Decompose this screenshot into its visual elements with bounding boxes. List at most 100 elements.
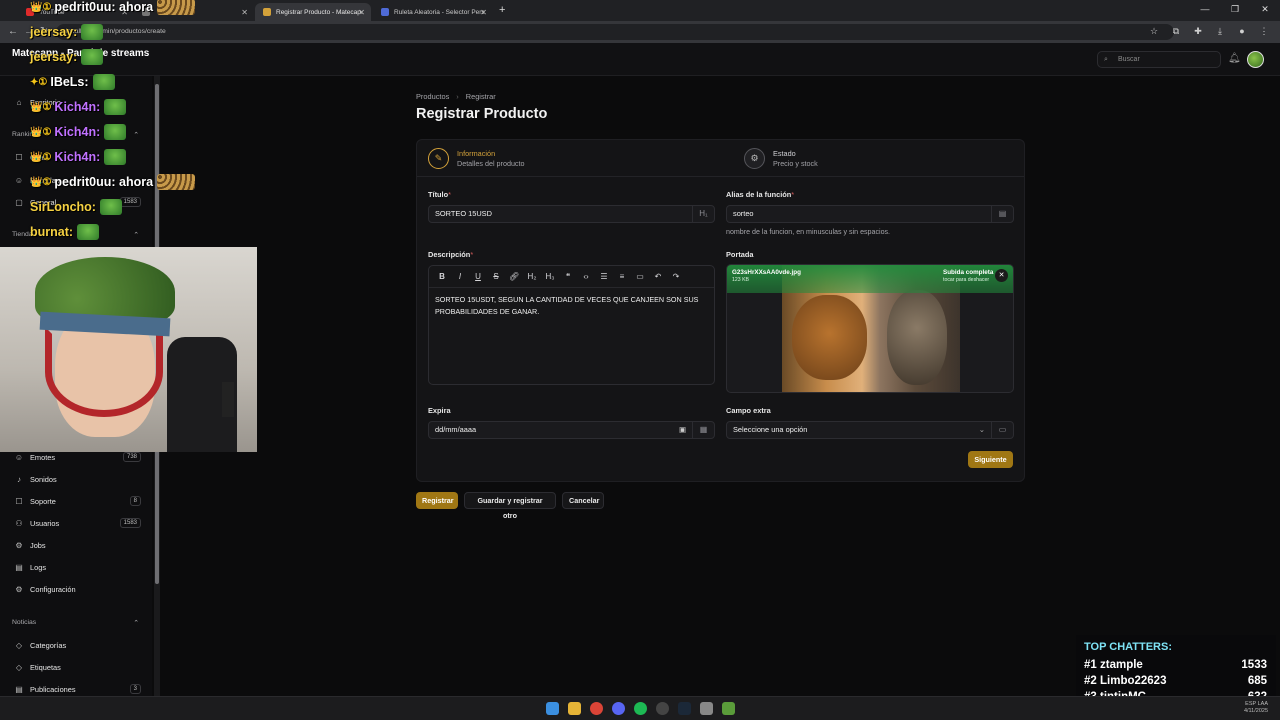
heading-icon: H₁ xyxy=(692,206,714,222)
bold-icon[interactable]: B xyxy=(437,272,447,281)
redo-icon[interactable]: ↷ xyxy=(671,272,681,281)
emote-frog xyxy=(104,99,127,115)
search-input[interactable]: ⌕ Buscar xyxy=(1097,51,1221,68)
browser-tab-ruleta[interactable]: Ruleta Aleatoria - Selector Pers... ✕ xyxy=(373,3,493,21)
registrar-button[interactable]: Registrar xyxy=(416,492,458,509)
maximize-icon[interactable]: ❐ xyxy=(1220,0,1250,21)
discord-icon[interactable] xyxy=(612,702,625,715)
italic-icon[interactable]: I xyxy=(455,272,465,281)
alias-value: sorteo xyxy=(733,209,754,218)
minimize-icon[interactable]: — xyxy=(1190,0,1220,21)
chat-username: Kich4n: xyxy=(54,150,101,164)
emote-leopard xyxy=(157,174,196,190)
close-window-icon[interactable]: ✕ xyxy=(1250,0,1280,21)
descripcion-editor[interactable]: B I U S 🔗︎ H₂ H₃ ❝ ‹› ☰ ≡ ▭ ↶ ↷ SORTEO 1… xyxy=(428,265,715,385)
chat-username: jeersay: xyxy=(30,50,78,64)
image-icon[interactable]: ▭ xyxy=(635,272,645,281)
cancelar-button[interactable]: Cancelar xyxy=(562,492,604,509)
chat-badges: 👑① xyxy=(30,151,52,163)
monkey-shape xyxy=(887,290,947,385)
portada-upload[interactable]: G23sHrXXsAA0vde.jpg 123 KB Subida comple… xyxy=(726,264,1014,393)
obs-icon[interactable] xyxy=(656,702,669,715)
remove-file-icon[interactable]: ✕ xyxy=(995,269,1008,282)
alias-field[interactable]: sorteo ▤ xyxy=(726,205,1014,223)
address-bar: ← → ↻ localhost/admin/productos/create ☆… xyxy=(0,21,1280,43)
descripcion-text[interactable]: SORTEO 15USDT, SEGUN LA CANTIDAD DE VECE… xyxy=(429,288,714,324)
profile-icon[interactable]: ● xyxy=(1236,25,1248,37)
siguiente-button[interactable]: Siguiente xyxy=(968,451,1013,468)
close-tab-icon[interactable]: ✕ xyxy=(241,8,248,17)
step-estado[interactable]: ⚙ Estado Precio y stock xyxy=(744,148,818,169)
quote-icon[interactable]: ❝ xyxy=(563,272,573,281)
expira-field[interactable]: dd/mm/aaaa ▣ ▦ xyxy=(428,421,715,439)
sidebar-item-logs[interactable]: ▤ Logs xyxy=(14,560,141,574)
heading2-icon[interactable]: H₂ xyxy=(527,272,537,281)
strike-icon[interactable]: S xyxy=(491,272,501,281)
avatar[interactable] xyxy=(1247,51,1264,68)
step-informacion[interactable]: ✎ Información Detalles del producto xyxy=(428,148,525,169)
breadcrumb-productos[interactable]: Productos xyxy=(416,92,449,101)
heading3-icon[interactable]: H₃ xyxy=(545,272,555,281)
app-icon[interactable] xyxy=(700,702,713,715)
chat-icon: ☐ xyxy=(15,152,23,162)
download-icon[interactable]: ⤓ xyxy=(1214,25,1226,37)
steam-icon[interactable] xyxy=(678,702,691,715)
back-icon[interactable]: ← xyxy=(8,26,18,37)
pencil-icon: ✎ xyxy=(428,148,449,169)
guardar-registrar-otro-button[interactable]: Guardar y registrar otro xyxy=(464,492,556,520)
link-icon[interactable]: 🔗︎ xyxy=(509,272,519,281)
sidebar-group-noticias[interactable]: Noticias ⌃ xyxy=(12,619,139,627)
count-badge: 3 xyxy=(129,684,141,694)
underline-icon[interactable]: U xyxy=(473,272,483,281)
url-input[interactable]: localhost/admin/productos/create xyxy=(56,24,1174,40)
sidebar-item-etiquetas[interactable]: ◇ Etiquetas xyxy=(14,660,141,674)
undo-icon[interactable]: ↶ xyxy=(653,272,663,281)
file-explorer-icon[interactable] xyxy=(568,702,581,715)
system-tray[interactable]: ESP LAA 4/11/2025 xyxy=(1244,701,1268,715)
chat-message: 👑① pedrit0uu: ahora xyxy=(30,174,196,190)
sidebar-item-jobs[interactable]: ⚙ Jobs xyxy=(14,538,141,552)
extension-icon[interactable]: ⧉ xyxy=(1170,25,1182,37)
sidebar-item-categorías[interactable]: ◇ Categorías xyxy=(14,638,141,652)
ordered-list-icon[interactable]: ≡ xyxy=(617,272,627,281)
sidebar-item-label: Sonidos xyxy=(30,474,57,484)
close-tab-icon[interactable]: ✕ xyxy=(358,8,365,17)
sidebar-item-soporte[interactable]: ☐ Soporte 8 xyxy=(14,494,141,508)
menu-icon[interactable]: ⋮ xyxy=(1258,25,1270,37)
campo-extra-select[interactable]: Seleccione una opción ⌄ ▭ xyxy=(726,421,1014,439)
close-tab-icon[interactable]: ✕ xyxy=(480,8,487,17)
bell-icon[interactable]: 🔔︎ xyxy=(1228,53,1241,64)
music-icon: ♪ xyxy=(17,474,21,484)
titulo-value: SORTEO 15USD xyxy=(435,209,492,218)
browser-tab-active[interactable]: Registrar Producto - Matecap... ✕ xyxy=(255,3,371,21)
chat-username: pedrit0uu: xyxy=(54,175,116,189)
chrome-icon[interactable] xyxy=(590,702,603,715)
windows-start-icon[interactable] xyxy=(546,702,559,715)
sidebar-item-configuración[interactable]: ⚙ Configuración xyxy=(14,582,141,596)
chevron-right-icon: › xyxy=(456,92,459,101)
puzzle-icon[interactable]: ✚ xyxy=(1192,25,1204,37)
doc-icon: ▤ xyxy=(15,562,23,572)
expira-label: Expira xyxy=(428,406,451,415)
sidebar-item-sonidos[interactable]: ♪ Sonidos xyxy=(14,472,141,486)
chat-message: 👑① Kich4n: xyxy=(30,99,127,115)
spotify-icon[interactable] xyxy=(634,702,647,715)
matecapp-icon xyxy=(263,8,271,16)
sidebar-item-publicaciones[interactable]: ▤ Publicaciones 3 xyxy=(14,682,141,696)
bullet-list-icon[interactable]: ☰ xyxy=(599,272,609,281)
chat-badges: 👑① xyxy=(30,126,52,138)
chat-message: 👑① Kich4n: xyxy=(30,124,127,140)
alias-label: Alias de la función* xyxy=(726,190,795,199)
minecraft-icon[interactable] xyxy=(722,702,735,715)
sidebar-item-usuarios[interactable]: ⚇ Usuarios 1583 xyxy=(14,516,141,530)
code-icon[interactable]: ‹› xyxy=(581,272,591,281)
sidebar-item-label: Soporte xyxy=(30,496,56,506)
count-badge: 738 xyxy=(122,452,141,462)
calendar-picker-icon[interactable]: ▣ xyxy=(679,422,686,438)
emote-frog xyxy=(81,49,104,65)
star-icon[interactable]: ☆ xyxy=(1148,25,1160,37)
titulo-field[interactable]: SORTEO 15USD H₁ xyxy=(428,205,715,223)
chat-badges: 👑① xyxy=(30,176,52,188)
new-tab-button[interactable]: + xyxy=(499,4,505,16)
sidebar-item-emotes[interactable]: ☺ Emotes 738 xyxy=(14,450,141,464)
